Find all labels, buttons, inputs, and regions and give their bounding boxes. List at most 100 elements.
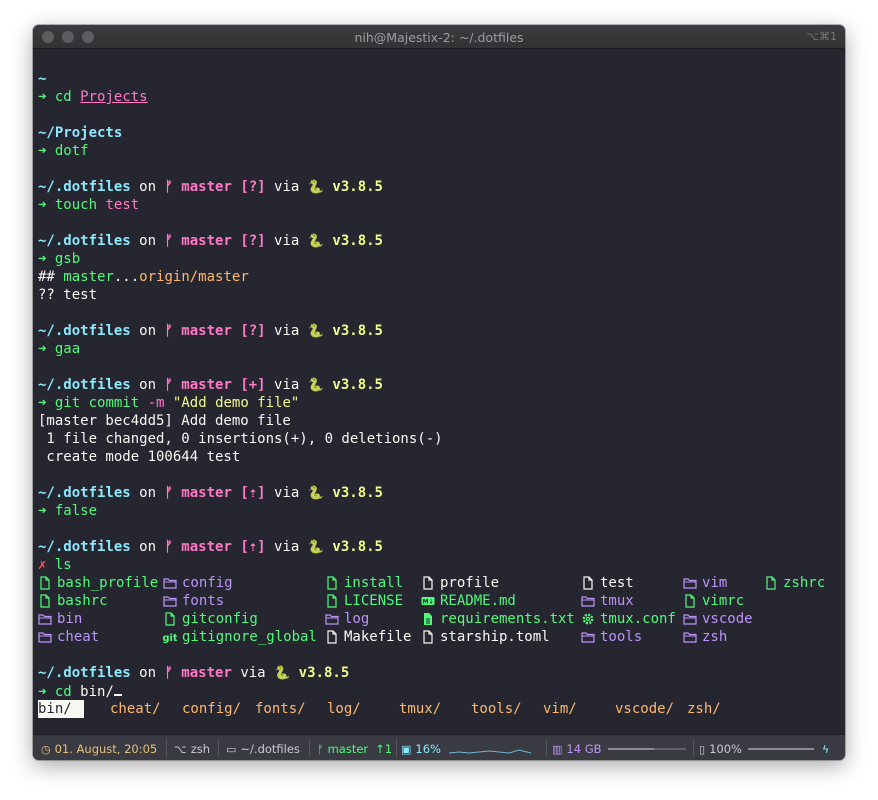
cmd-name: cd: [54, 89, 72, 105]
prompt-on: on: [139, 179, 157, 195]
ls-entry: zsh: [683, 628, 727, 646]
command-line: ➜ cd Projects: [38, 88, 838, 106]
cmd-name: git: [54, 395, 81, 411]
terminal-window: nih@Majestix-2: ~/.dotfiles ⌥⌘1 ~ ➜ cd Pr…: [33, 25, 845, 760]
prompt-dir: ~/.dotfiles: [38, 323, 131, 339]
output-line: 1 file changed, 0 insertions(+), 0 delet…: [38, 430, 838, 448]
output-line: ## master...origin/master: [38, 268, 838, 286]
completion-item[interactable]: bin/: [38, 700, 84, 718]
prompt-on: on: [139, 323, 157, 339]
git-status: [+]: [240, 377, 266, 393]
prompt-via: via: [274, 233, 300, 249]
ls-entry: gitconfig: [163, 610, 258, 628]
prompt-on: on: [139, 233, 157, 249]
completion-menu[interactable]: bin/cheat/config/fonts/log/tmux/tools/vi…: [38, 700, 838, 718]
status-path: ▭ ~/.dotfiles: [226, 741, 300, 757]
status-ahead-text: ↑1: [375, 742, 393, 756]
completion-item[interactable]: tools/: [471, 700, 522, 718]
term-text: master: [63, 269, 114, 285]
status-date-text: 01. August, 20:05: [54, 742, 158, 756]
prompt-dir: ~/.dotfiles: [38, 485, 131, 501]
branch-icon: ᚠ: [164, 179, 173, 195]
ls-entry: starship.toml: [421, 628, 550, 646]
ls-entry: vscode: [683, 610, 753, 628]
ls-entry-name: vim: [702, 575, 728, 591]
completion-item[interactable]: log/: [327, 700, 361, 718]
prompt-dir: ~/.dotfiles: [38, 377, 131, 393]
ls-entry: tmux.conf: [581, 610, 676, 628]
output-line: [master bec4dd5] Add demo file: [38, 412, 838, 430]
ls-entry: bash_profile: [38, 574, 158, 592]
ls-entry-name: gitconfig: [182, 611, 258, 627]
term-text: test: [63, 287, 98, 303]
python-icon: 🐍: [307, 234, 324, 249]
svg-text:git: git: [163, 633, 177, 644]
command-line: ✗ ls: [38, 556, 838, 574]
ls-entry-name: gitignore_global: [182, 629, 317, 645]
python-version: v3.8.5: [332, 539, 383, 555]
clock-icon: ◷: [41, 742, 51, 756]
prompt-dir: ~/Projects: [38, 125, 123, 141]
status-date: ◷ 01. August, 20:05: [41, 741, 157, 757]
completion-item[interactable]: tmux/: [399, 700, 441, 718]
folder-icon: [163, 594, 177, 608]
cmd-arg: test: [105, 197, 140, 213]
ls-entry: bashrc: [38, 592, 108, 610]
file-icon: [325, 576, 339, 590]
file-icon: [38, 576, 52, 590]
ls-entry: tools: [581, 628, 642, 646]
branch-icon: ᚠ: [164, 539, 173, 555]
python-version: v3.8.5: [332, 323, 383, 339]
folder-icon: ▭: [226, 742, 237, 756]
cpu-icon: ▣: [401, 742, 412, 756]
text-file-icon: [421, 612, 435, 626]
ls-entry-name: README.md: [440, 593, 516, 609]
completion-item[interactable]: config/: [182, 700, 241, 718]
status-memory-text: 14 GB: [566, 742, 602, 756]
prompt-branch: master: [181, 179, 232, 195]
folder-icon: [683, 576, 697, 590]
ls-entry-name: starship.toml: [440, 629, 550, 645]
completion-item[interactable]: fonts/: [255, 700, 306, 718]
completion-item[interactable]: vim/: [543, 700, 577, 718]
prompt-line: ~/.dotfiles on ᚠ master [⇡] via 🐍 v3.8.5: [38, 484, 838, 502]
cmd-flag: -m: [147, 395, 165, 411]
cmd-name: dotf: [54, 143, 89, 159]
cmd-arg: commit: [88, 395, 140, 411]
status-cpu: ▣ 16%: [401, 741, 531, 757]
ls-entry-name: cheat: [57, 629, 100, 645]
window-shortcut: ⌥⌘1: [806, 30, 837, 43]
terminal-icon: ⌥: [174, 742, 187, 756]
ls-entry: requirements.txt: [421, 610, 575, 628]
ls-entry-name: vimrc: [702, 593, 745, 609]
status-shell-text: zsh: [190, 742, 211, 756]
status-branch: ᚠ master ↑1: [317, 741, 392, 757]
completion-item[interactable]: zsh/: [687, 700, 721, 718]
cmd-name: false: [54, 503, 98, 519]
completion-item[interactable]: vscode/: [615, 700, 674, 718]
ls-entry-name: Makefile: [344, 629, 412, 645]
terminal-output[interactable]: ~ ➜ cd Projects ~/Projects ➜ dotf ~/.dotfile…: [38, 70, 838, 730]
ls-entry-name: bash_profile: [57, 575, 159, 591]
prompt-line: ~/.dotfiles on ᚠ master [?] via 🐍 v3.8.5: [38, 322, 838, 340]
folder-icon: [683, 612, 697, 626]
git-status: [?]: [240, 233, 266, 249]
prompt-line: ~/.dotfiles on ᚠ master via 🐍 v3.8.5: [38, 664, 838, 682]
term-text: ...: [113, 269, 140, 285]
ls-entry: test: [581, 574, 634, 592]
prompt-branch: master: [181, 485, 232, 501]
python-version: v3.8.5: [332, 179, 383, 195]
completion-item[interactable]: cheat/: [110, 700, 161, 718]
title-bar: nih@Majestix-2: ~/.dotfiles ⌥⌘1: [33, 25, 845, 49]
python-icon: 🐍: [307, 378, 324, 393]
prompt-via: via: [274, 377, 300, 393]
cmd-name: cd: [54, 684, 72, 700]
ls-entry: bin: [38, 610, 82, 628]
ls-entry-name: config: [182, 575, 233, 591]
prompt-arrow-icon: ➜: [38, 143, 47, 159]
